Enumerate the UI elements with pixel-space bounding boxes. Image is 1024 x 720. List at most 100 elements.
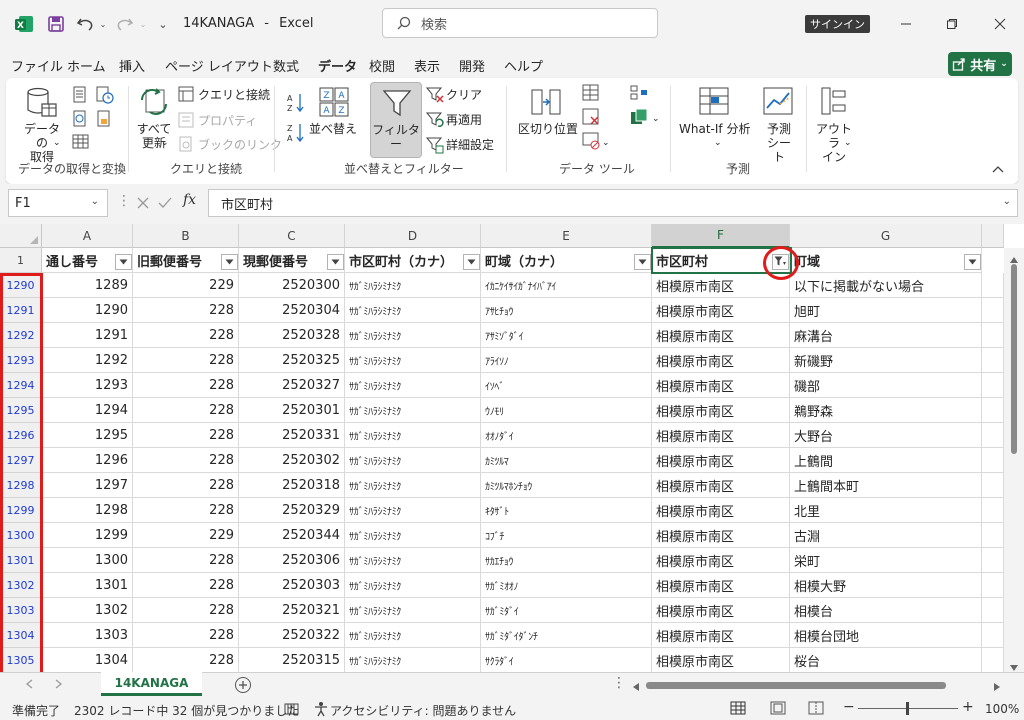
cell-town-kana[interactable]: ｻｶﾞﾐﾀﾞｲﾀﾞﾝﾁ — [481, 623, 652, 648]
formula-options-icon[interactable]: ⋮ — [117, 194, 131, 208]
cell-empty[interactable] — [982, 598, 1004, 623]
minimize-icon[interactable] — [896, 14, 916, 34]
cell-city[interactable]: 相模原市南区 — [652, 573, 790, 598]
cell-town-kana[interactable]: ｻｶｴﾁｮｳ — [481, 548, 652, 573]
advanced-button[interactable]: 詳細設定 — [446, 138, 494, 152]
collapse-ribbon-icon[interactable] — [992, 162, 1004, 176]
row-header[interactable]: 1304 — [0, 623, 42, 648]
cell-town-kana[interactable]: ｲｶﾆｹｲｻｲｶﾞﾅｲﾊﾞｱｲ — [481, 273, 652, 298]
insert-function-icon[interactable]: fx — [183, 192, 196, 208]
row-header-1[interactable]: 1 — [0, 248, 42, 273]
cell-city[interactable]: 相模原市南区 — [652, 348, 790, 373]
cell-new-zip[interactable]: 2520306 — [239, 548, 345, 573]
cell-city[interactable]: 相模原市南区 — [652, 273, 790, 298]
tab-help[interactable]: ヘルプ — [504, 56, 543, 75]
cell-city[interactable]: 相模原市南区 — [652, 523, 790, 548]
cell-old-zip[interactable]: 228 — [133, 348, 239, 373]
prev-sheet-icon[interactable] — [25, 678, 33, 692]
cell-town[interactable]: 以下に掲載がない場合 — [790, 273, 982, 298]
cell-new-zip[interactable]: 2520321 — [239, 598, 345, 623]
restore-icon[interactable] — [942, 14, 962, 34]
zoom-out-button[interactable]: − — [843, 699, 855, 715]
clear-button[interactable]: クリア — [446, 88, 482, 102]
tab-developer[interactable]: 開発 — [459, 56, 485, 75]
filter-dropdown-e[interactable] — [634, 254, 651, 270]
column-header-a[interactable]: A — [42, 224, 133, 248]
whatif-button[interactable]: What-If 分析 — [679, 122, 750, 136]
cell-old-zip[interactable]: 229 — [133, 273, 239, 298]
cell-serial[interactable]: 1289 — [42, 273, 133, 298]
forecast-sheet-button[interactable]: 予測 シート — [764, 122, 794, 164]
cell-town-kana[interactable]: ｶﾐﾂﾙﾏ — [481, 448, 652, 473]
cell-serial[interactable]: 1296 — [42, 448, 133, 473]
formula-input[interactable]: 市区町村 ⌄ — [208, 189, 1018, 217]
cell-new-zip[interactable]: 2520300 — [239, 273, 345, 298]
filter-dropdown-g[interactable] — [964, 254, 981, 270]
recent-sources-icon[interactable] — [96, 86, 114, 107]
cell-serial[interactable]: 1298 — [42, 498, 133, 523]
row-header[interactable]: 1294 — [0, 373, 42, 398]
tab-split-icon[interactable]: ⋮ — [612, 675, 626, 691]
column-header-e[interactable]: E — [481, 224, 652, 248]
name-box[interactable]: F1 ⌄ — [8, 189, 108, 217]
cell-town-kana[interactable]: ｻｶﾞﾐｵｵﾉ — [481, 573, 652, 598]
cell-city[interactable]: 相模原市南区 — [652, 498, 790, 523]
cell-empty[interactable] — [982, 648, 1004, 673]
cell-empty[interactable] — [982, 348, 1004, 373]
cell-old-zip[interactable]: 228 — [133, 398, 239, 423]
cell-city-kana[interactable]: ｻｶﾞﾐﾊﾗｼﾐﾅﾐｸ — [345, 548, 481, 573]
cell-town[interactable]: 相模台団地 — [790, 623, 982, 648]
text-to-columns-button[interactable]: 区切り位置 — [518, 122, 578, 136]
from-text-icon[interactable] — [72, 86, 88, 107]
cell-new-zip[interactable]: 2520325 — [239, 348, 345, 373]
row-header[interactable]: 1300 — [0, 523, 42, 548]
share-dropdown-icon[interactable]: ⌄ — [1000, 59, 1008, 69]
outline-dropdown-icon[interactable]: ⌄ — [844, 136, 852, 150]
cell-town[interactable]: 大野台 — [790, 423, 982, 448]
signin-button[interactable]: サインイン — [805, 15, 870, 33]
row-header[interactable]: 1297 — [0, 448, 42, 473]
cell-town[interactable]: 相模台 — [790, 598, 982, 623]
save-icon[interactable] — [46, 14, 66, 34]
cell-city-kana[interactable]: ｻｶﾞﾐﾊﾗｼﾐﾅﾐｸ — [345, 423, 481, 448]
cell-city-kana[interactable]: ｻｶﾞﾐﾊﾗｼﾐﾅﾐｸ — [345, 623, 481, 648]
cell-city[interactable]: 相模原市南区 — [652, 373, 790, 398]
column-header-b[interactable]: B — [133, 224, 239, 248]
cell-new-zip[interactable]: 2520301 — [239, 398, 345, 423]
cell-city-kana[interactable]: ｻｶﾞﾐﾊﾗｼﾐﾅﾐｸ — [345, 298, 481, 323]
cell-empty[interactable] — [982, 373, 1004, 398]
cell-town[interactable]: 麻溝台 — [790, 323, 982, 348]
cell-city-kana[interactable]: ｻｶﾞﾐﾊﾗｼﾐﾅﾐｸ — [345, 648, 481, 673]
column-header-c[interactable]: C — [239, 224, 345, 248]
cell-serial[interactable]: 1302 — [42, 598, 133, 623]
vertical-scrollbar[interactable] — [1004, 248, 1024, 672]
row-header[interactable]: 1292 — [0, 323, 42, 348]
column-header-h[interactable] — [982, 224, 1004, 248]
cell-empty[interactable] — [982, 498, 1004, 523]
row-header[interactable]: 1299 — [0, 498, 42, 523]
row-header[interactable]: 1301 — [0, 548, 42, 573]
row-header[interactable]: 1298 — [0, 473, 42, 498]
zoom-slider-thumb[interactable] — [906, 702, 909, 715]
tab-page-layout[interactable]: ページ レイアウト — [165, 56, 273, 75]
sort-az-icon[interactable]: AZ — [286, 92, 306, 117]
cell-city[interactable]: 相模原市南区 — [652, 623, 790, 648]
row-header[interactable]: 1296 — [0, 423, 42, 448]
cell-new-zip[interactable]: 2520315 — [239, 648, 345, 673]
cell-city-kana[interactable]: ｻｶﾞﾐﾊﾗｼﾐﾅﾐｸ — [345, 373, 481, 398]
next-sheet-icon[interactable] — [55, 678, 63, 692]
data-validation-icon[interactable] — [582, 132, 600, 153]
header-cell-city-kana[interactable]: 市区町村（カナ） — [345, 248, 481, 273]
cell-city[interactable]: 相模原市南区 — [652, 423, 790, 448]
from-table-icon[interactable] — [72, 134, 90, 153]
column-header-d[interactable]: D — [345, 224, 481, 248]
whatif-dropdown-icon[interactable]: ⌄ — [714, 136, 722, 150]
row-header[interactable]: 1295 — [0, 398, 42, 423]
cell-empty[interactable] — [982, 448, 1004, 473]
cell-serial[interactable]: 1291 — [42, 323, 133, 348]
cell-city[interactable]: 相模原市南区 — [652, 473, 790, 498]
cell-serial[interactable]: 1295 — [42, 423, 133, 448]
cell-serial[interactable]: 1294 — [42, 398, 133, 423]
cell-empty[interactable] — [982, 623, 1004, 648]
cell-city-kana[interactable]: ｻｶﾞﾐﾊﾗｼﾐﾅﾐｸ — [345, 523, 481, 548]
